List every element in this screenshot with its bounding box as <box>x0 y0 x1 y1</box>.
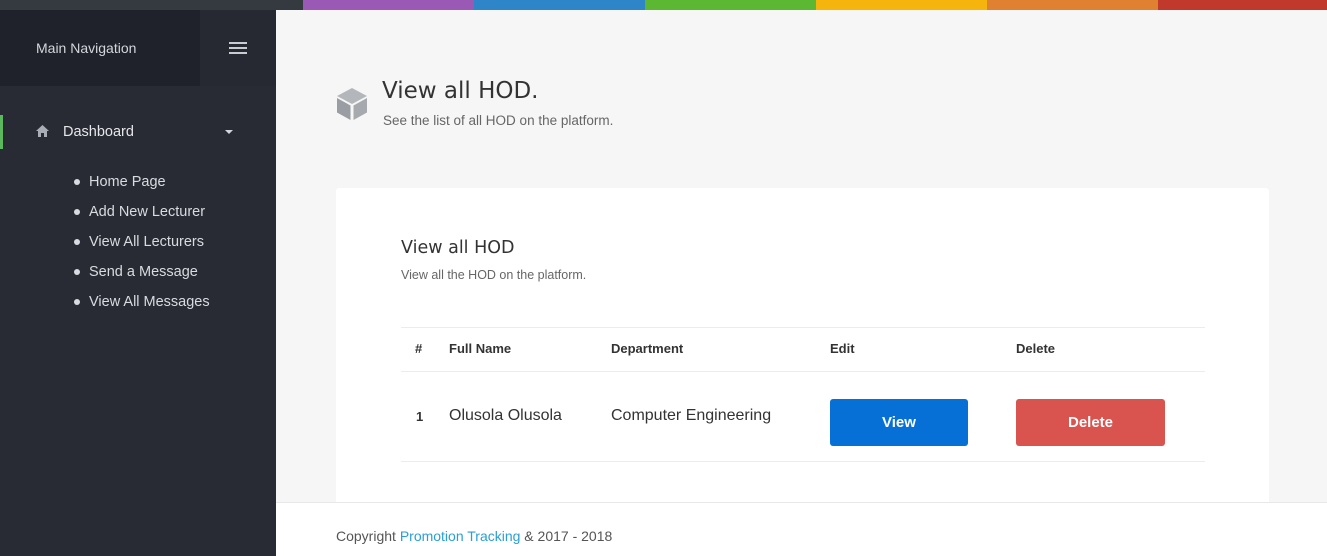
hod-card: View all HOD View all the HOD on the pla… <box>336 188 1269 518</box>
stripe-segment <box>987 0 1158 10</box>
column-header-full-name: Full Name <box>449 341 512 356</box>
caret-down-icon <box>225 130 233 134</box>
delete-button[interactable]: Delete <box>1016 399 1165 446</box>
row-index: 1 <box>416 409 424 424</box>
sidebar-header: Main Navigation <box>0 10 276 86</box>
table-divider <box>401 371 1205 372</box>
card-title: View all HOD <box>401 238 515 258</box>
sidebar-item-label: View All Lecturers <box>89 234 204 250</box>
sidebar: Main Navigation Dashboard Home Page Add … <box>0 10 276 556</box>
stripe-segment <box>645 0 816 10</box>
sidebar-item-dashboard[interactable]: Dashboard <box>0 115 276 149</box>
sidebar-title: Main Navigation <box>36 40 137 56</box>
footer: Copyright Promotion Tracking & 2017 - 20… <box>276 502 1327 556</box>
sidebar-item-label: Dashboard <box>63 124 134 140</box>
stripe-segment <box>303 0 474 10</box>
active-indicator <box>0 115 3 149</box>
sidebar-item-label: View All Messages <box>89 294 210 310</box>
column-header-index: # <box>415 341 423 356</box>
bullet-icon <box>74 299 80 305</box>
sidebar-item-view-all-lecturers[interactable]: View All Lecturers <box>74 227 210 257</box>
stripe-segment <box>816 0 987 10</box>
copyright-suffix: & 2017 - 2018 <box>520 528 613 544</box>
stripe-segment <box>1158 0 1327 10</box>
stripe-segment <box>0 0 303 10</box>
card-subtitle: View all the HOD on the platform. <box>401 268 587 282</box>
home-icon <box>36 125 49 137</box>
sidebar-item-send-a-message[interactable]: Send a Message <box>74 257 210 287</box>
column-header-delete: Delete <box>1016 341 1056 356</box>
table-divider <box>401 327 1205 328</box>
sidebar-item-add-new-lecturer[interactable]: Add New Lecturer <box>74 197 210 227</box>
sidebar-item-label: Add New Lecturer <box>89 204 206 220</box>
dashboard-submenu: Home Page Add New Lecturer View All Lect… <box>74 167 210 317</box>
row-full-name: Olusola Olusola <box>449 407 562 424</box>
page-subtitle: See the list of all HOD on the platform. <box>383 113 614 128</box>
main-content: View all HOD. See the list of all HOD on… <box>276 10 1327 518</box>
bullet-icon <box>74 179 80 185</box>
cube-icon <box>337 88 367 120</box>
table-divider <box>401 461 1205 462</box>
sidebar-item-label: Home Page <box>89 174 166 190</box>
page-title: View all HOD. <box>382 78 539 104</box>
copyright-prefix: Copyright <box>336 528 400 544</box>
bullet-icon <box>74 239 80 245</box>
stripe-segment <box>474 0 645 10</box>
menu-toggle-button[interactable] <box>200 10 276 86</box>
sidebar-item-home-page[interactable]: Home Page <box>74 167 210 197</box>
color-stripe <box>0 0 1327 10</box>
bullet-icon <box>74 269 80 275</box>
hamburger-icon <box>229 42 247 54</box>
sidebar-item-view-all-messages[interactable]: View All Messages <box>74 287 210 317</box>
sidebar-item-label: Send a Message <box>89 264 198 280</box>
copyright-text: Copyright Promotion Tracking & 2017 - 20… <box>336 528 612 544</box>
column-header-edit: Edit <box>830 341 855 356</box>
row-department: Computer Engineering <box>611 407 772 424</box>
bullet-icon <box>74 209 80 215</box>
promotion-tracking-link[interactable]: Promotion Tracking <box>400 528 521 544</box>
column-header-department: Department <box>611 341 684 356</box>
view-button[interactable]: View <box>830 399 968 446</box>
